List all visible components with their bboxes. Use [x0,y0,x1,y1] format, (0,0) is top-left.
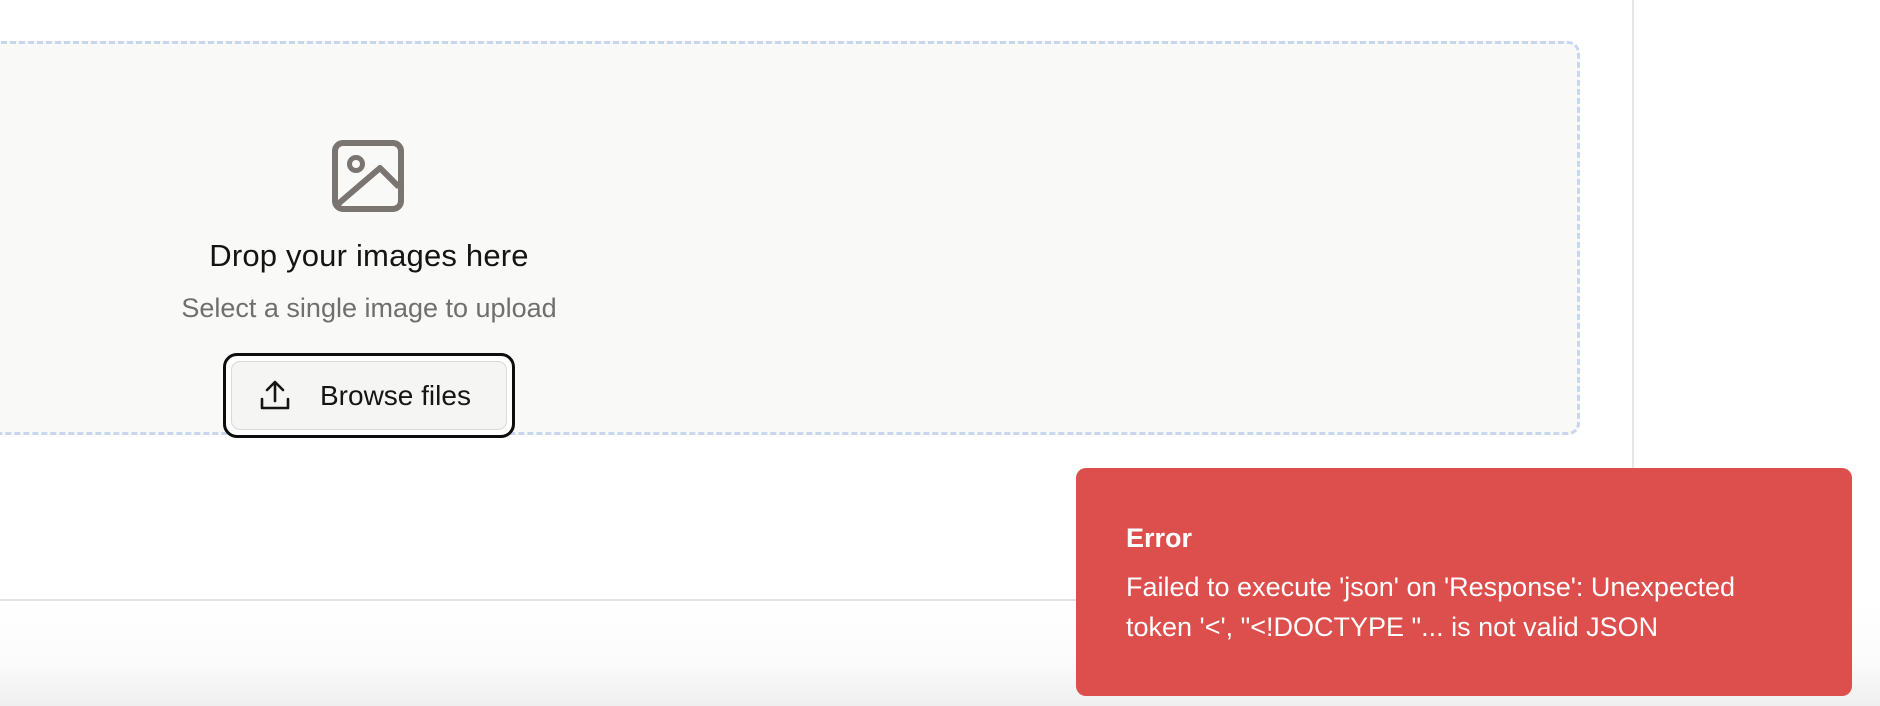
browse-files-button-inner[interactable]: Browse files [231,361,507,430]
toast-message: Failed to execute 'json' on 'Response': … [1126,572,1735,642]
browse-files-label: Browse files [320,379,471,411]
dropzone-title: Drop your images here [209,238,529,273]
browse-files-button[interactable]: Browse files [223,353,515,438]
image-icon [332,140,404,212]
upload-icon [258,379,292,413]
toast-title: Error [1126,523,1193,553]
dropzone-subtitle: Select a single image to upload [181,293,557,323]
image-dropzone[interactable]: Drop your images here Select a single im… [0,41,1580,438]
error-toast[interactable]: Error Failed to execute 'json' on 'Respo… [1076,468,1852,696]
